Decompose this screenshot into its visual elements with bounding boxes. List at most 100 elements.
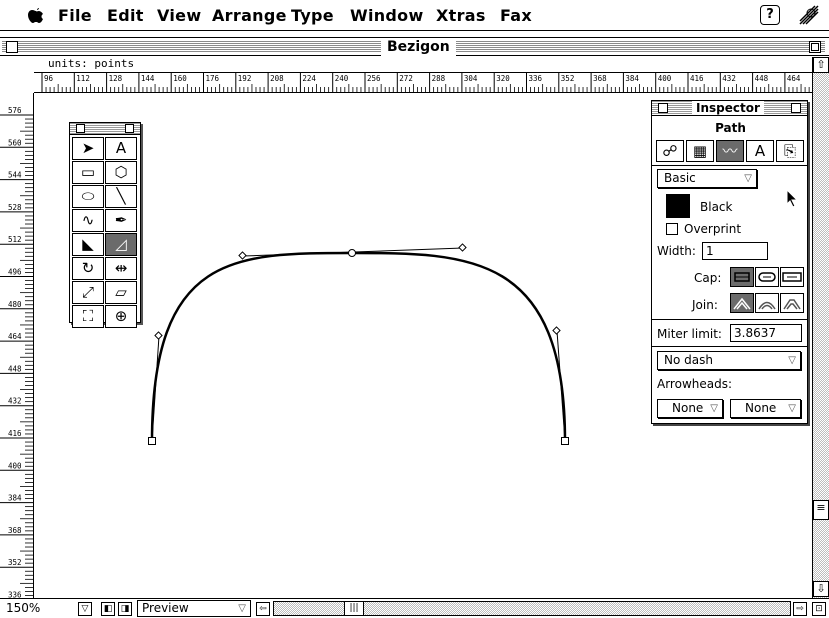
zoom-box-icon[interactable]	[809, 41, 821, 53]
ruler-label: 512	[8, 235, 22, 244]
menu-view[interactable]: View	[157, 6, 201, 25]
scroll-thumb[interactable]: ≡	[813, 500, 829, 520]
ruler-label: 320	[496, 74, 510, 83]
polygon-tool-icon[interactable]: ⬡	[105, 161, 137, 184]
menu-type[interactable]: Type	[291, 6, 334, 25]
bezier-path	[150, 251, 567, 442]
trace-tool-icon[interactable]: ⛶	[72, 305, 104, 328]
units-bar: units: points	[0, 57, 812, 72]
vertical-ruler[interactable]: 576 560 544 528 512 496 480 464 448 432 416 400 384 3…	[0, 93, 34, 598]
object-tab-icon[interactable]: ☍	[656, 140, 684, 162]
menu-xtras[interactable]: Xtras	[436, 6, 486, 25]
dash-value: No dash	[664, 353, 713, 367]
color-swatch[interactable]	[666, 194, 690, 218]
view-mode-value: Preview	[142, 601, 189, 615]
cap-round-button[interactable]	[755, 267, 779, 287]
page-next-icon[interactable]: ◨	[118, 602, 132, 616]
ruler-label: 256	[367, 74, 381, 83]
ruler-label: 336	[8, 591, 22, 599]
zoom-menu-icon[interactable]: ▽	[78, 602, 92, 616]
rotate-tool-icon[interactable]: ↻	[72, 257, 104, 280]
stroke-tab-icon[interactable]: 〰	[716, 140, 744, 162]
application-icon[interactable]	[797, 3, 821, 27]
inspector-zoom-icon[interactable]	[791, 103, 801, 113]
menu-edit[interactable]: Edit	[107, 6, 144, 25]
horizontal-ruler[interactable]: 96 112 128 144 160 176 192 208 224 240 256 272 288 30…	[34, 72, 812, 93]
zoom-level[interactable]: 150%	[6, 601, 40, 615]
ruler-label: 352	[8, 558, 22, 567]
scroll-right-arrow-icon[interactable]: ⇨	[793, 602, 807, 616]
window-title-bar[interactable]: Bezigon	[0, 37, 829, 56]
arrowhead-end-popup[interactable]: None ▽	[730, 399, 801, 418]
apple-icon[interactable]	[28, 4, 44, 29]
rectangle-tool-icon[interactable]: ▭	[72, 161, 104, 184]
ruler-label: 560	[8, 138, 22, 147]
ruler-label: 416	[690, 74, 704, 83]
miter-limit-field[interactable]: 3.8637	[730, 324, 802, 342]
ruler-label: 304	[464, 74, 478, 83]
scroll-left-arrow-icon[interactable]: ⇦	[256, 602, 270, 616]
inspector-close-icon[interactable]	[658, 103, 668, 113]
freehand-tool-icon[interactable]: ∿	[72, 209, 104, 232]
ruler-label: 192	[238, 74, 252, 83]
pen-tool-icon[interactable]: ✒	[105, 209, 137, 232]
resize-grip-icon[interactable]: ⊡	[812, 602, 826, 616]
ruler-label: 480	[8, 300, 22, 309]
ruler-label: 496	[8, 268, 22, 277]
ruler-label: 416	[8, 429, 22, 438]
ruler-label: 112	[76, 74, 90, 83]
toolbox-zoom-icon[interactable]	[125, 124, 134, 133]
line-tool-icon[interactable]: ╲	[105, 185, 137, 208]
text-tool-icon[interactable]: A	[105, 137, 137, 160]
reflect-tool-icon[interactable]: ⇹	[105, 257, 137, 280]
cap-square-button[interactable]	[780, 267, 804, 287]
stroke-type-value: Basic	[664, 171, 696, 185]
join-bevel-button[interactable]	[780, 293, 804, 313]
arrowhead-start-popup[interactable]: None ▽	[657, 399, 723, 418]
menu-fax[interactable]: Fax	[500, 6, 532, 25]
skew-tool-icon[interactable]: ▱	[105, 281, 137, 304]
bezigon-tool-icon[interactable]: ◿	[105, 233, 137, 256]
text-tab-icon[interactable]: A	[746, 140, 774, 162]
toolbox-palette[interactable]: ➤ A ▭ ⬡ ⬭ ╲ ∿ ✒ ◣ ◿ ↻ ⇹ ⤢ ▱ ⛶ ⊕	[69, 122, 141, 328]
page-prev-icon[interactable]: ◧	[101, 602, 115, 616]
toolbox-title-bar[interactable]	[70, 123, 140, 135]
inspector-title-bar[interactable]: Inspector	[652, 101, 807, 116]
ruler-label: 400	[8, 461, 22, 470]
cap-butt-button[interactable]	[730, 267, 754, 287]
inspector-title: Inspector	[692, 101, 764, 115]
menu-arrange[interactable]: Arrange	[212, 6, 287, 25]
document-tab-icon[interactable]: ⎘	[776, 140, 804, 162]
horizontal-scrollbar[interactable]: |||	[273, 601, 791, 616]
arrowhead-end-value: None	[745, 401, 777, 415]
join-miter-button[interactable]	[730, 293, 754, 313]
view-mode-popup[interactable]: Preview ▽	[137, 600, 251, 617]
ruler-label: 368	[8, 526, 22, 535]
ruler-label: 128	[109, 74, 123, 83]
stroke-type-popup[interactable]: Basic ▽	[657, 169, 757, 188]
menu-window[interactable]: Window	[350, 6, 424, 25]
horizontal-scroll-thumb[interactable]: |||	[344, 602, 364, 615]
ellipse-tool-icon[interactable]: ⬭	[72, 185, 104, 208]
toolbox-close-icon[interactable]	[76, 124, 85, 133]
menu-file[interactable]: File	[58, 6, 92, 25]
vertical-scrollbar[interactable]: ⇧ ≡ ⇩	[812, 57, 829, 598]
help-icon[interactable]: ?	[760, 5, 780, 25]
width-field[interactable]: 1	[702, 242, 768, 260]
close-box-icon[interactable]	[6, 41, 18, 53]
scroll-down-arrow-icon[interactable]: ⇩	[813, 581, 829, 597]
pointer-tool-icon[interactable]: ➤	[72, 137, 104, 160]
ruler-label: 176	[206, 74, 220, 83]
scale-tool-icon[interactable]: ⤢	[72, 281, 104, 304]
join-round-button[interactable]	[755, 293, 779, 313]
knife-tool-icon[interactable]: ◣	[72, 233, 104, 256]
dash-popup[interactable]: No dash ▽	[657, 351, 801, 370]
inspector-palette[interactable]: Inspector Path ☍ ▦ 〰 A ⎘ Basic ▽ Black Overp…	[651, 100, 808, 424]
ruler-label: 352	[561, 74, 575, 83]
fill-tab-icon[interactable]: ▦	[686, 140, 714, 162]
zoom-tool-icon[interactable]: ⊕	[105, 305, 137, 328]
window-title: Bezigon	[381, 38, 456, 56]
overprint-checkbox[interactable]	[666, 223, 678, 235]
scroll-up-arrow-icon[interactable]: ⇧	[813, 57, 829, 73]
color-name: Black	[700, 200, 733, 214]
